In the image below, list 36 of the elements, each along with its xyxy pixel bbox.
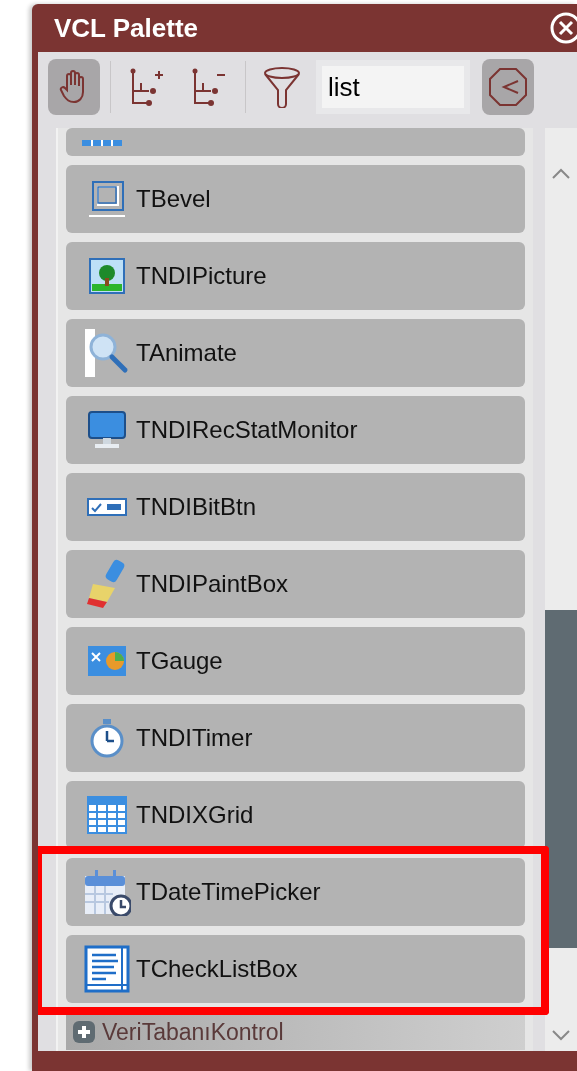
gauge-icon [87,645,127,677]
component-item[interactable]: TNDITimer [66,704,526,772]
component-item[interactable]: TCheckListBox [66,935,526,1003]
component-item[interactable]: TAnimate [66,319,526,387]
monitor-icon [87,410,127,450]
grid-icon [82,140,122,148]
tree-plus-icon [129,67,165,107]
search-field[interactable]: list [322,66,464,108]
component-item[interactable]: TNDIPicture [66,242,526,310]
list-box-icon [84,945,130,993]
grid-icon [87,796,127,834]
component-item[interactable]: TNDIXGrid [66,781,526,849]
stopwatch-icon [89,718,125,758]
scroll-down-icon[interactable] [551,1029,572,1041]
window-title: VCL Palette [54,12,198,44]
tree-minus-icon [191,67,227,107]
component-item[interactable]: TNDIRecStatMonitor [66,396,526,464]
category-header[interactable]: VeriTabanıKontrol [66,1014,526,1050]
component-item[interactable]: TNDIPaintBox [66,550,526,618]
component-item[interactable]: TDateTimePicker [66,858,526,926]
close-icon[interactable] [549,11,577,45]
component-item[interactable]: TBevel [66,165,526,233]
calendar-clock-icon [83,868,131,916]
scroll-up-icon[interactable] [551,168,572,180]
picture-icon [89,258,125,294]
component-item[interactable]: TGauge [66,627,526,695]
funnel-icon [263,66,301,108]
hand-tool-button[interactable] [48,59,100,115]
scrollbar[interactable] [545,128,577,1051]
magnifier-icon [85,329,129,377]
octagon-icon [488,67,528,107]
bevel-icon [89,180,125,218]
component-item[interactable]: TNDIBitBtn [66,473,526,541]
scrollbar-thumb[interactable] [545,610,577,948]
clear-search-button[interactable] [482,59,534,115]
button-icon [87,497,127,517]
